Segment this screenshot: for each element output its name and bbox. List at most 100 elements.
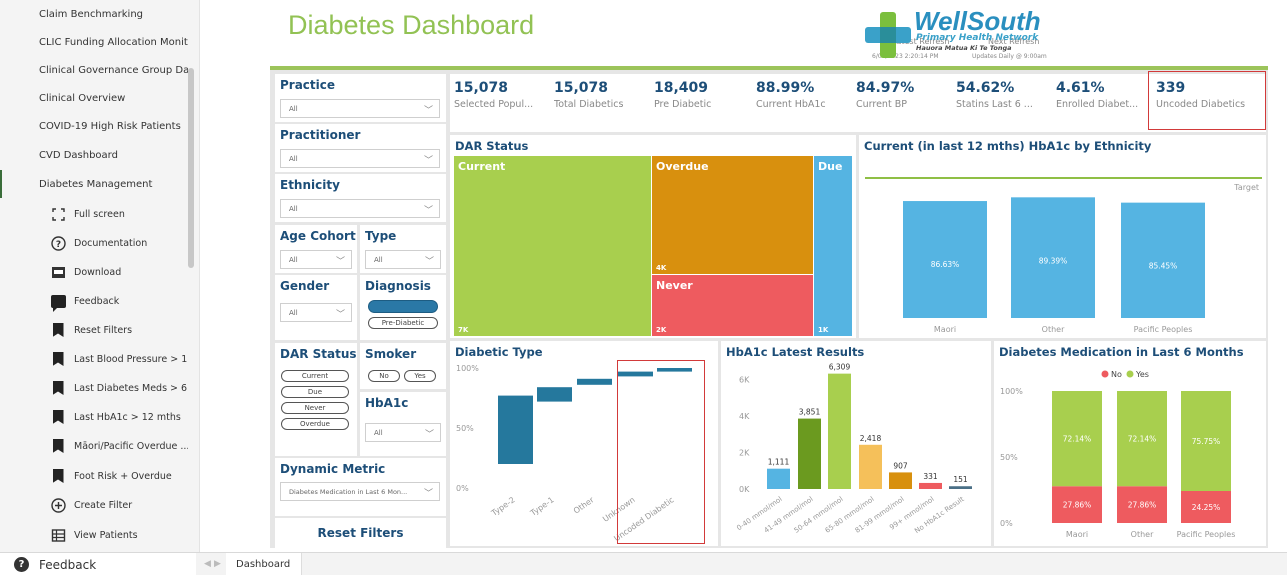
bookmark-icon xyxy=(50,380,66,396)
sidebar-item-label: CVD Dashboard xyxy=(39,149,118,161)
next-page-icon[interactable]: ▶ xyxy=(214,559,221,569)
y-tick-label: 0% xyxy=(456,484,469,493)
hba1c-dropdown[interactable]: All ﹀ xyxy=(365,423,441,442)
chevron-down-icon: ﹀ xyxy=(423,489,433,499)
x-tick-label: Other xyxy=(1042,325,1065,334)
slicer-title: Gender xyxy=(280,279,330,293)
tile-value: 1K xyxy=(818,326,829,334)
age-cohort-dropdown[interactable]: All ﹀ xyxy=(280,250,352,269)
prev-page-icon[interactable]: ◀ xyxy=(204,559,211,569)
sidebar-item-covid-19[interactable]: COVID-19 High Risk Patients xyxy=(0,112,188,140)
legend-yes-label: Yes xyxy=(1135,370,1149,379)
slicer-title: Dynamic Metric xyxy=(280,462,386,476)
y-tick-label: 50% xyxy=(1000,453,1018,462)
dashboard-canvas: Practice All ﹀ Practitioner All ﹀ Ethnicit… xyxy=(270,70,1268,548)
bookmark-last-hba1c[interactable]: Last HbA1c > 12 mths xyxy=(0,403,188,431)
practitioner-slicer: Practitioner All ﹀ xyxy=(275,124,446,172)
chevron-down-icon: ﹀ xyxy=(335,310,345,320)
tab-dashboard[interactable]: Dashboard xyxy=(226,553,302,575)
slicer-title: Ethnicity xyxy=(280,178,340,192)
gender-dropdown[interactable]: All ﹀ xyxy=(280,303,352,322)
bar xyxy=(889,472,912,489)
pill-label: Never xyxy=(304,404,326,412)
sidebar-item-clic-funding[interactable]: CLIC Funding Allocation Monit... xyxy=(0,28,188,56)
dynamic-metric-dropdown[interactable]: Diabetes Medication in Last 6 Mon... ﹀ xyxy=(280,482,440,501)
sidebar-item-label: Clinical Governance Group Das... xyxy=(39,64,188,76)
dropdown-value: All xyxy=(289,104,298,113)
highlight-box-uncoded xyxy=(1148,71,1266,130)
legend-yes-marker xyxy=(1126,370,1134,378)
sidebar: Claim Benchmarking CLIC Funding Allocati… xyxy=(0,0,200,552)
smoker-no-pill[interactable]: No xyxy=(368,370,400,382)
dar-never-pill[interactable]: Never xyxy=(281,402,349,414)
ethnicity-dropdown[interactable]: All ﹀ xyxy=(280,199,440,218)
bar-value-label: 27.86% xyxy=(1128,501,1157,510)
sidebar-action-label: View Patients xyxy=(74,529,138,541)
y-tick-label: 2K xyxy=(739,448,750,457)
bookmark-icon xyxy=(50,438,66,454)
bookmark-maori-pacific-overdue[interactable]: Māori/Pacific Overdue ... xyxy=(0,432,188,460)
hba1c-slicer: HbA1c All ﹀ xyxy=(360,392,446,456)
practice-dropdown[interactable]: All ﹀ xyxy=(280,99,440,118)
tile-overdue[interactable]: Overdue 4K xyxy=(652,156,813,274)
sidebar-item-diabetes-management[interactable]: Diabetes Management xyxy=(0,170,188,198)
bookmark-reset-filters[interactable]: Reset Filters xyxy=(0,316,188,344)
sidebar-item-clinical-governance[interactable]: Clinical Governance Group Das... xyxy=(0,56,188,84)
sidebar-scrollbar[interactable] xyxy=(188,68,194,268)
slicer-title: Age Cohort xyxy=(280,229,356,243)
diagnosis-diabetic-pill[interactable] xyxy=(368,300,438,313)
tile-due[interactable]: Due 1K xyxy=(814,156,852,336)
pdf-icon xyxy=(50,264,66,280)
tile-never[interactable]: Never 2K xyxy=(652,275,813,336)
dar-status-slicer: DAR Status Current Due Never Overdue xyxy=(275,343,357,456)
sidebar-action-view-patients[interactable]: View Patients xyxy=(0,521,188,549)
hba1c-ethnicity-chart: Current (in last 12 mths) HbA1c by Ethni… xyxy=(859,135,1266,338)
sidebar-action-create-filter[interactable]: Create Filter xyxy=(0,491,188,519)
highlight-box-uncoded-diabetic xyxy=(617,360,705,544)
bookmark-last-diabetes-meds[interactable]: Last Diabetes Meds > 6 ... xyxy=(0,374,188,402)
bookmark-icon xyxy=(50,468,66,484)
sidebar-action-documentation[interactable]: ? Documentation xyxy=(0,229,188,257)
sidebar-action-label: Last HbA1c > 12 mths xyxy=(74,411,181,423)
tile-label: Current xyxy=(458,160,506,173)
kpi-label: Current BP xyxy=(856,99,907,110)
bookmark-last-blood-pressure[interactable]: Last Blood Pressure > 1... xyxy=(0,345,188,373)
sidebar-action-feedback[interactable]: Feedback xyxy=(0,287,188,315)
legend-no-marker xyxy=(1101,370,1109,378)
smoker-slicer: Smoker No Yes xyxy=(360,343,446,389)
question-icon: ? xyxy=(14,557,29,572)
bookmark-foot-risk[interactable]: Foot Risk + Overdue xyxy=(0,462,188,490)
comment-icon xyxy=(50,293,66,312)
visual-title: DAR Status xyxy=(455,139,529,153)
kpi-value: 88.99% xyxy=(756,80,815,96)
sidebar-action-download[interactable]: Download xyxy=(0,258,188,286)
reset-filters-button[interactable]: Reset Filters xyxy=(275,518,446,548)
sidebar-item-cvd-dashboard[interactable]: CVD Dashboard xyxy=(0,141,188,169)
pill-label: No xyxy=(379,372,389,380)
type-dropdown[interactable]: All ﹀ xyxy=(365,250,441,269)
sidebar-action-full-screen[interactable]: Full screen xyxy=(0,200,188,228)
bar xyxy=(859,444,882,489)
age-cohort-slicer: Age Cohort All ﹀ xyxy=(275,225,357,273)
x-tick-label: Maori xyxy=(934,325,956,334)
kpi-value: 4.61% xyxy=(1056,80,1105,96)
dropdown-value: All xyxy=(374,255,383,264)
sidebar-item-claim-benchmarking[interactable]: Claim Benchmarking xyxy=(0,0,188,28)
smoker-yes-pill[interactable]: Yes xyxy=(404,370,436,382)
sidebar-action-label: Last Diabetes Meds > 6 ... xyxy=(74,382,188,394)
x-tick-label: Pacific Peoples xyxy=(1177,530,1236,539)
diagnosis-pre-diabetic-pill[interactable]: Pre-Diabetic xyxy=(368,317,438,329)
practitioner-dropdown[interactable]: All ﹀ xyxy=(280,149,440,168)
tile-value: 4K xyxy=(656,264,667,272)
bar-value-label: 3,851 xyxy=(799,408,821,417)
bar xyxy=(1121,202,1205,318)
bar-value-label: 72.14% xyxy=(1063,435,1092,444)
dar-overdue-pill[interactable]: Overdue xyxy=(281,418,349,430)
dar-current-pill[interactable]: Current xyxy=(281,370,349,382)
tile-current[interactable]: Current 7K xyxy=(454,156,651,336)
sidebar-item-label: Claim Benchmarking xyxy=(39,8,144,20)
slicer-title: DAR Status xyxy=(280,347,357,361)
sidebar-item-clinical-overview[interactable]: Clinical Overview xyxy=(0,84,188,112)
feedback-footer-button[interactable]: ? Feedback xyxy=(0,553,196,575)
dar-due-pill[interactable]: Due xyxy=(281,386,349,398)
